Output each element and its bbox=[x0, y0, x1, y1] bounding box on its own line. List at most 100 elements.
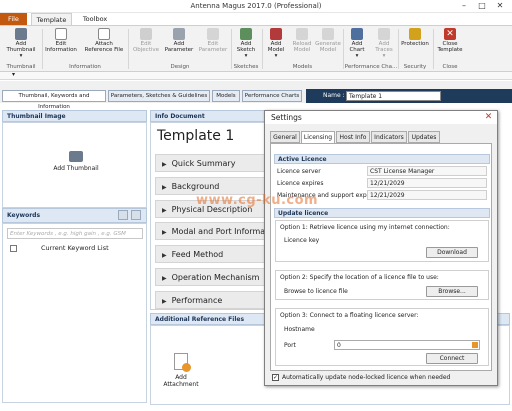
option2-title: Option 2: Specify the location of a lice… bbox=[280, 274, 439, 281]
add-model-button[interactable]: Add Model ▾ bbox=[263, 28, 289, 59]
licence-server-value: CST License Manager bbox=[367, 166, 487, 176]
section-background[interactable]: ▶ Background bbox=[155, 177, 267, 195]
add-attachment-link[interactable]: Add Attachment bbox=[157, 353, 205, 388]
chart-icon bbox=[351, 28, 363, 40]
option2-box: Option 2: Specify the location of a lice… bbox=[275, 270, 489, 300]
add-sketch-button[interactable]: Add Sketch ▾ bbox=[232, 28, 260, 59]
section-quick-summary[interactable]: ▶ Quick Summary bbox=[155, 154, 267, 172]
expand-arrow-icon: ▶ bbox=[162, 298, 167, 305]
licensing-body: Active Licence Licence server CST Licens… bbox=[270, 143, 492, 371]
keyword-list-checkbox[interactable] bbox=[10, 245, 17, 252]
browse-button[interactable]: Browse... bbox=[426, 286, 478, 297]
expand-arrow-icon: ▶ bbox=[162, 184, 167, 191]
tab-models[interactable]: Models bbox=[212, 90, 240, 102]
connect-button[interactable]: Connect bbox=[426, 353, 478, 364]
add-thumbnail-link[interactable]: Add Thumbnail bbox=[49, 151, 103, 172]
camera-icon bbox=[69, 151, 83, 162]
thumbnail-panel: Add Thumbnail bbox=[2, 122, 147, 208]
group-performance-charts: Performance Cha... bbox=[344, 64, 398, 70]
generate-icon bbox=[322, 28, 334, 40]
tab-parameters-sketches[interactable]: Parameters, Sketches & Guidelines bbox=[108, 90, 210, 102]
section-feed-method[interactable]: ▶ Feed Method bbox=[155, 245, 267, 263]
menu-tabs: File Template Toolbox bbox=[0, 13, 512, 25]
tab-performance-charts[interactable]: Performance Charts bbox=[242, 90, 302, 102]
update-licence-header: Update licence bbox=[274, 208, 490, 218]
licence-server-label: Licence server bbox=[277, 168, 321, 175]
add-chart-button[interactable]: Add Chart ▾ bbox=[344, 28, 370, 59]
tab-toolbox[interactable]: Toolbox bbox=[77, 13, 113, 25]
keyword-input[interactable]: Enter Keywords , e.g. high gain , e.g. G… bbox=[7, 228, 143, 239]
attach-reference-file-button[interactable]: Attach Reference File bbox=[82, 28, 126, 53]
document-icon bbox=[55, 28, 67, 40]
section-performance[interactable]: ▶ Performance bbox=[155, 291, 267, 309]
expand-arrow-icon: ▶ bbox=[162, 252, 167, 259]
port-input[interactable]: 0 bbox=[334, 340, 480, 350]
chevron-down-icon[interactable]: ▾ bbox=[12, 71, 15, 78]
file-tab[interactable]: File bbox=[0, 13, 27, 25]
add-traces-button[interactable]: Add Traces ▾ bbox=[370, 28, 398, 59]
ribbon: Add Thumbnail ▾ Edit Information Attach R… bbox=[0, 25, 512, 72]
maintenance-expires-value: 12/21/2029 bbox=[367, 190, 487, 200]
attachment-icon bbox=[174, 353, 191, 372]
edit-information-button[interactable]: Edit Information bbox=[44, 28, 78, 53]
group-models: Models bbox=[292, 64, 313, 70]
expand-arrow-icon: ▶ bbox=[162, 207, 167, 214]
settings-title: Settings bbox=[265, 111, 497, 124]
minimize-button[interactable]: – bbox=[454, 0, 474, 12]
tab-updates[interactable]: Updates bbox=[408, 131, 440, 143]
add-thumbnail-button[interactable]: Add Thumbnail ▾ bbox=[3, 28, 39, 59]
close-icon[interactable]: ✕ bbox=[483, 112, 494, 123]
option3-box: Option 3: Connect to a floating licence … bbox=[275, 308, 489, 366]
tab-host-info[interactable]: Host Info bbox=[336, 131, 370, 143]
generate-model-button[interactable]: Generate Model bbox=[314, 28, 342, 53]
auto-update-checkbox[interactable]: ✓ bbox=[272, 374, 279, 381]
group-sketches: Sketches bbox=[233, 64, 259, 70]
search-icon[interactable] bbox=[131, 210, 141, 220]
section-modal-port[interactable]: ▶Modal and Port Information bbox=[155, 222, 267, 240]
download-button[interactable]: Download bbox=[426, 247, 478, 258]
expand-arrow-icon: ▶ bbox=[162, 161, 167, 168]
document-title: Template 1 bbox=[157, 128, 235, 144]
add-parameter-button[interactable]: Add Parameter bbox=[162, 28, 196, 53]
parameter-icon bbox=[173, 28, 185, 40]
edit-parameter-icon bbox=[207, 28, 219, 40]
tab-indicators[interactable]: Indicators bbox=[371, 131, 407, 143]
protection-button[interactable]: Protection bbox=[399, 28, 431, 47]
group-information: Information bbox=[69, 64, 101, 70]
reload-model-button[interactable]: Reload Model bbox=[290, 28, 314, 53]
section-operation-mechanism[interactable]: ▶ Operation Mechanism bbox=[155, 268, 267, 286]
edit-parameter-button[interactable]: Edit Parameter bbox=[196, 28, 230, 53]
option3-title: Option 3: Connect to a floating licence … bbox=[280, 312, 419, 319]
option1-box: Option 1: Retrieve licence using my inte… bbox=[275, 220, 489, 262]
tab-general[interactable]: General bbox=[270, 131, 300, 143]
model-icon bbox=[270, 28, 282, 40]
window-title: Antenna Magus 2017.0 (Professional) bbox=[190, 2, 322, 10]
title-bar: Antenna Magus 2017.0 (Professional) – □ … bbox=[0, 0, 512, 13]
name-input[interactable]: Template 1 bbox=[346, 91, 441, 101]
quick-access-bar: ▾ bbox=[0, 71, 512, 80]
name-bar: Name : Template 1 bbox=[306, 89, 512, 103]
name-label: Name : bbox=[323, 92, 345, 99]
expand-arrow-icon: ▶ bbox=[162, 229, 167, 236]
licence-expires-label: Licence expires bbox=[277, 180, 324, 187]
stepper-icon[interactable] bbox=[472, 342, 478, 348]
reload-icon bbox=[296, 28, 308, 40]
option1-title: Option 1: Retrieve licence using my inte… bbox=[280, 224, 450, 231]
close-template-icon: ✕ bbox=[444, 28, 456, 40]
edit-objective-button[interactable]: Edit Objective bbox=[130, 28, 162, 53]
sketch-icon bbox=[240, 28, 252, 40]
port-label: Port bbox=[284, 342, 296, 349]
keyword-list-label: Current Keyword List bbox=[41, 244, 109, 252]
close-window-button[interactable]: ✕ bbox=[490, 0, 510, 12]
add-keyword-icon[interactable] bbox=[118, 210, 128, 220]
licence-expires-value: 12/21/2029 bbox=[367, 178, 487, 188]
close-template-button[interactable]: ✕ Close Template bbox=[435, 28, 465, 53]
keywords-panel: Enter Keywords , e.g. high gain , e.g. G… bbox=[2, 223, 147, 403]
section-physical-description[interactable]: ▶ Physical Description bbox=[155, 200, 267, 218]
tab-thumbnail-keywords[interactable]: Thumbnail, Keywords and Information bbox=[2, 90, 106, 110]
group-close: Close bbox=[442, 64, 458, 70]
maximize-button[interactable]: □ bbox=[472, 0, 492, 12]
attach-file-icon bbox=[98, 28, 110, 40]
tab-template[interactable]: Template bbox=[31, 13, 72, 25]
maintenance-expires-label: Maintenance and support expires bbox=[277, 192, 378, 199]
